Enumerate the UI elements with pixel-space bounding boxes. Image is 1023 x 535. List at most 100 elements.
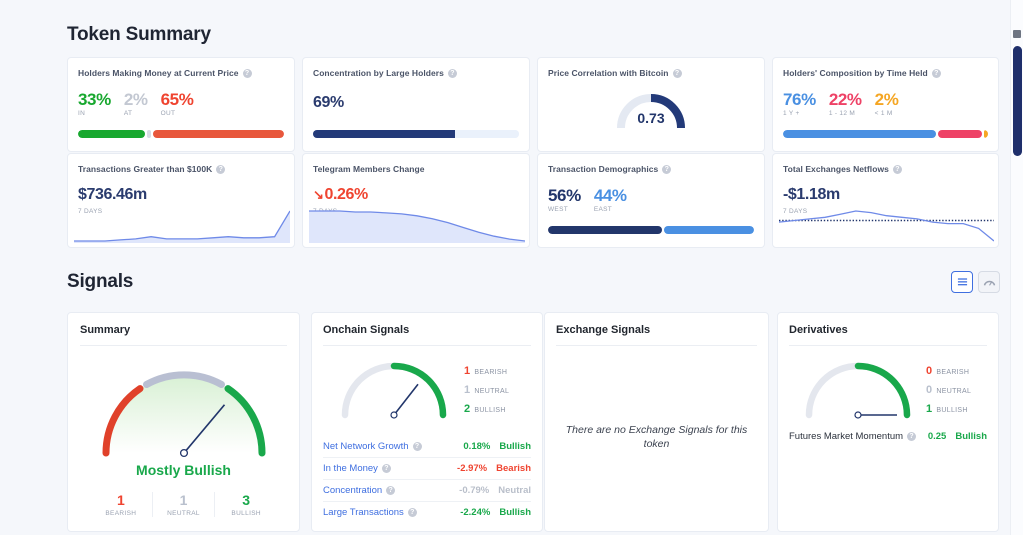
stat-item: 65% OUT: [161, 91, 194, 118]
composition-bar: [783, 130, 988, 138]
stat-sublabel: 1 Y +: [783, 111, 816, 118]
onchain-card-title: Onchain Signals: [323, 324, 409, 336]
list-view-toggle[interactable]: [951, 271, 973, 293]
legend-count: 2: [464, 403, 470, 415]
stat-value: 22%: [829, 91, 862, 108]
info-icon[interactable]: ?: [216, 165, 225, 174]
signal-row[interactable]: Large Transactions? -2.24% Bullish: [323, 501, 531, 523]
summary-card-telegram-members-change: Telegram Members Change↘ 0.26% 7 DAYS: [302, 153, 530, 248]
divider: [323, 345, 531, 346]
info-icon[interactable]: ?: [893, 165, 902, 174]
info-icon[interactable]: ?: [413, 442, 422, 451]
scrollbar-up-button[interactable]: [1013, 30, 1021, 38]
info-icon[interactable]: ?: [382, 464, 391, 473]
stat-item: 56% WEST: [548, 187, 581, 214]
info-icon[interactable]: ?: [662, 165, 671, 174]
derivatives-card-title: Derivatives: [789, 324, 848, 336]
info-icon[interactable]: ?: [448, 69, 457, 78]
signals-view-toggle-group: [951, 271, 1000, 293]
sparkline-wrap: [74, 207, 288, 243]
exchange-empty-message: There are no Exchange Signals for this t…: [563, 423, 750, 451]
stat-value: 33%: [78, 91, 111, 108]
composition-bar: [548, 226, 754, 234]
stat-sublabel: < 1 M: [875, 111, 899, 118]
onchain-legend: 1 BEARISH 1 NEUTRAL 2 BULLISH: [464, 365, 509, 422]
signal-name[interactable]: In the Money?: [323, 463, 391, 474]
signal-values: 0.25 Bullish: [928, 431, 987, 442]
bar-segment: [313, 130, 455, 138]
stat-item: 2% < 1 M: [875, 91, 899, 118]
signal-verdict: Bullish: [955, 431, 987, 442]
signal-change: -2.97%: [457, 463, 487, 474]
stat-sublabel: WEST: [548, 207, 581, 214]
legend-label: NEUTRAL: [474, 388, 509, 395]
info-icon[interactable]: ?: [932, 69, 941, 78]
stat-value: 2%: [124, 91, 148, 108]
stat-sublabel: IN: [78, 111, 111, 118]
signal-values: -0.79% Neutral: [459, 485, 531, 496]
info-icon[interactable]: ?: [907, 432, 916, 441]
card-label: Total Exchanges Netflows?: [783, 164, 990, 174]
list-view-icon: [957, 277, 968, 288]
sparkline-chart: [74, 207, 290, 243]
gauge-view-icon: [983, 276, 996, 289]
card-value: 0.73: [538, 110, 764, 126]
count-number: 3: [215, 492, 277, 508]
card-value: ↘ 0.26%: [313, 186, 368, 204]
signal-row[interactable]: Concentration? -0.79% Neutral: [323, 479, 531, 501]
legend-item: 0 NEUTRAL: [926, 384, 971, 396]
signal-row[interactable]: In the Money? -2.97% Bearish: [323, 457, 531, 479]
signals-heading: Signals: [67, 271, 133, 293]
scrollbar-thumb[interactable]: [1013, 46, 1022, 156]
stat-item: 22% 1 - 12 M: [829, 91, 862, 118]
page-root: Token Summary Holders Making Money at Cu…: [0, 0, 1023, 535]
gauge-view-toggle[interactable]: [978, 271, 1000, 293]
legend-item: 0 BEARISH: [926, 365, 971, 377]
stats-row: 76% 1 Y + 22% 1 - 12 M 2% < 1 M: [783, 91, 898, 118]
legend-label: BEARISH: [936, 369, 969, 376]
bar-segment: [938, 130, 982, 138]
divider: [80, 345, 287, 346]
summary-card-holders-composition-by-time-held: Holders' Composition by Time Held? 76% 1…: [772, 57, 999, 152]
summary-card-title: Summary: [80, 324, 130, 336]
onchain-signal-rows: Net Network Growth? 0.18% Bullish In the…: [323, 435, 531, 523]
info-icon[interactable]: ?: [673, 69, 682, 78]
vertical-scrollbar[interactable]: [1010, 0, 1023, 535]
stat-item: 33% IN: [78, 91, 111, 118]
legend-label: BEARISH: [474, 369, 507, 376]
bar-segment: [984, 130, 988, 138]
summary-count-item: 3 BULLISH: [214, 492, 277, 517]
info-icon[interactable]: ?: [408, 508, 417, 517]
summary-card-transactions-greater-than-100k: Transactions Greater than $100K?$736.46m…: [67, 153, 295, 248]
signal-name[interactable]: Concentration?: [323, 485, 395, 496]
signal-name[interactable]: Net Network Growth?: [323, 441, 422, 452]
sparkline-chart: [779, 207, 994, 243]
signal-name[interactable]: Large Transactions?: [323, 507, 417, 518]
signal-values: 0.18% Bullish: [463, 441, 531, 452]
stat-item: 76% 1 Y +: [783, 91, 816, 118]
derivatives-gauge: [802, 355, 914, 423]
legend-item: 1 BEARISH: [464, 365, 509, 377]
signal-verdict: Bullish: [499, 441, 531, 452]
info-icon[interactable]: ?: [243, 69, 252, 78]
bar-segment: [147, 130, 151, 138]
count-number: 1: [153, 492, 215, 508]
stat-item: 2% AT: [124, 91, 148, 118]
signal-card-onchain: Onchain Signals 1 BEARISH 1 NEUTRAL 2 BU…: [311, 312, 543, 532]
signal-change: 0.25: [928, 431, 947, 442]
bar-segment: [548, 226, 662, 234]
signal-row[interactable]: Net Network Growth? 0.18% Bullish: [323, 435, 531, 457]
count-number: 1: [90, 492, 152, 508]
legend-count: 1: [464, 365, 470, 377]
signal-verdict: Neutral: [498, 485, 531, 496]
stat-value: 2%: [875, 91, 899, 108]
card-label: Transaction Demographics?: [548, 164, 756, 174]
card-label: Concentration by Large Holders?: [313, 68, 521, 78]
composition-bar: [78, 130, 284, 138]
signal-name[interactable]: Futures Market Momentum?: [789, 431, 916, 442]
signal-row[interactable]: Futures Market Momentum? 0.25 Bullish: [789, 425, 987, 447]
legend-label: BULLISH: [474, 407, 505, 414]
summary-card-concentration-by-large-holders: Concentration by Large Holders?69%: [302, 57, 530, 152]
stat-sublabel: 1 - 12 M: [829, 111, 862, 118]
info-icon[interactable]: ?: [386, 486, 395, 495]
